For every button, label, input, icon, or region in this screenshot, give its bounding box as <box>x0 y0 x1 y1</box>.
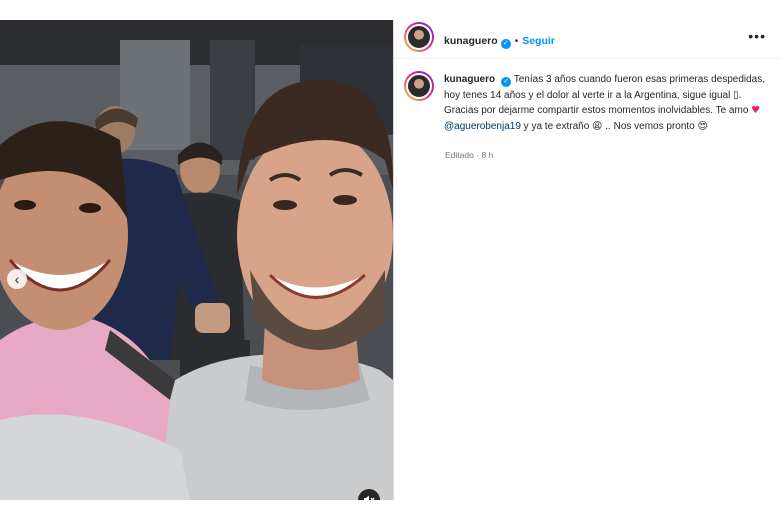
username-link[interactable]: kunaguero <box>444 35 498 47</box>
panel-divider <box>393 20 394 500</box>
timestamp[interactable]: 8 h <box>481 150 493 160</box>
carousel-prev-button[interactable]: ‹ <box>7 269 27 289</box>
weary-face-emoji-icon: 😩 <box>592 120 603 132</box>
post-meta: Editado · 8 h <box>445 150 493 160</box>
verified-badge-icon: ✓ <box>501 77 512 87</box>
mention-link[interactable]: @aguerobenja19 <box>444 121 521 132</box>
post-media-video[interactable]: ‹ <box>0 20 393 500</box>
instagram-post-page: ‹ kunaguero✓•Seguir ••• kunaguero✓ T <box>0 0 780 520</box>
post-header: kunaguero ✓ • Seguir ••• <box>394 20 780 56</box>
muted-speaker-icon <box>364 495 375 500</box>
caption-username-link[interactable]: kunaguero <box>444 74 495 85</box>
chevron-left-icon: ‹ <box>14 271 20 287</box>
caption-text-2: y ya te extraño <box>520 120 593 132</box>
more-options-icon[interactable]: ••• <box>748 28 766 44</box>
caption-text-3: .. Nos vemos pronto <box>602 120 698 132</box>
heart-eyes-emoji-icon: 😍 <box>697 120 708 132</box>
verified-badge-icon: ✓ <box>500 39 511 49</box>
caption-avatar[interactable] <box>404 71 434 101</box>
post-caption: kunaguero ✓ Tenías 3 años cuando fueron e… <box>444 72 772 134</box>
header-divider <box>394 58 780 59</box>
edited-label: Editado <box>445 150 474 160</box>
dot-separator: • <box>514 36 519 47</box>
follow-button[interactable]: Seguir <box>522 35 555 47</box>
heart-emoji-icon: ♥ <box>751 105 761 116</box>
meta-separator: · <box>476 150 480 160</box>
header-user-line: kunaguero ✓ • Seguir <box>444 31 555 49</box>
post-photo <box>0 20 393 500</box>
avatar[interactable] <box>404 22 434 52</box>
